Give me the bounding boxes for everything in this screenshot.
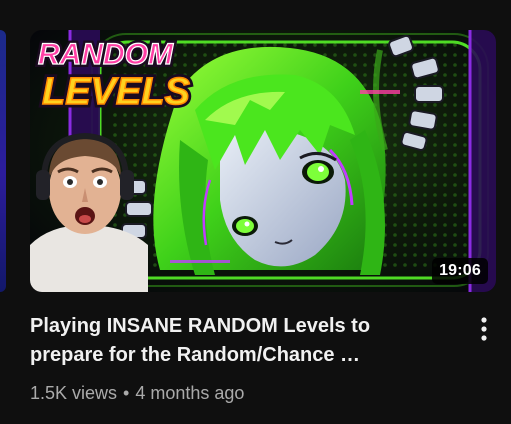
thumbnail-text-random: RANDOM — [38, 38, 174, 71]
video-title-line2: prepare for the Random/Chance … — [30, 344, 361, 366]
video-metadata: 1.5K views • 4 months ago — [30, 381, 244, 405]
previous-thumbnail-edge[interactable] — [0, 30, 6, 292]
more-vert-icon — [481, 317, 487, 341]
thumbnail-artwork: RANDOM RANDOM LEVELS LEVELS — [30, 30, 496, 292]
view-count: 1.5K views — [30, 383, 118, 403]
video-thumbnail[interactable]: RANDOM RANDOM LEVELS LEVELS 19:06 — [30, 30, 496, 292]
video-title[interactable]: Playing INSANE RANDOM Levels to prepare … — [30, 312, 450, 370]
more-actions-button[interactable] — [466, 312, 502, 348]
duration-badge: 19:06 — [432, 258, 488, 284]
video-title-line1: Playing INSANE RANDOM Levels to — [30, 315, 371, 337]
meta-separator: • — [123, 383, 130, 403]
thumbnail-text-levels: LEVELS — [42, 71, 190, 113]
upload-age: 4 months ago — [135, 383, 245, 403]
video-card-page: RANDOM RANDOM LEVELS LEVELS 19:06 Playin… — [0, 0, 511, 424]
